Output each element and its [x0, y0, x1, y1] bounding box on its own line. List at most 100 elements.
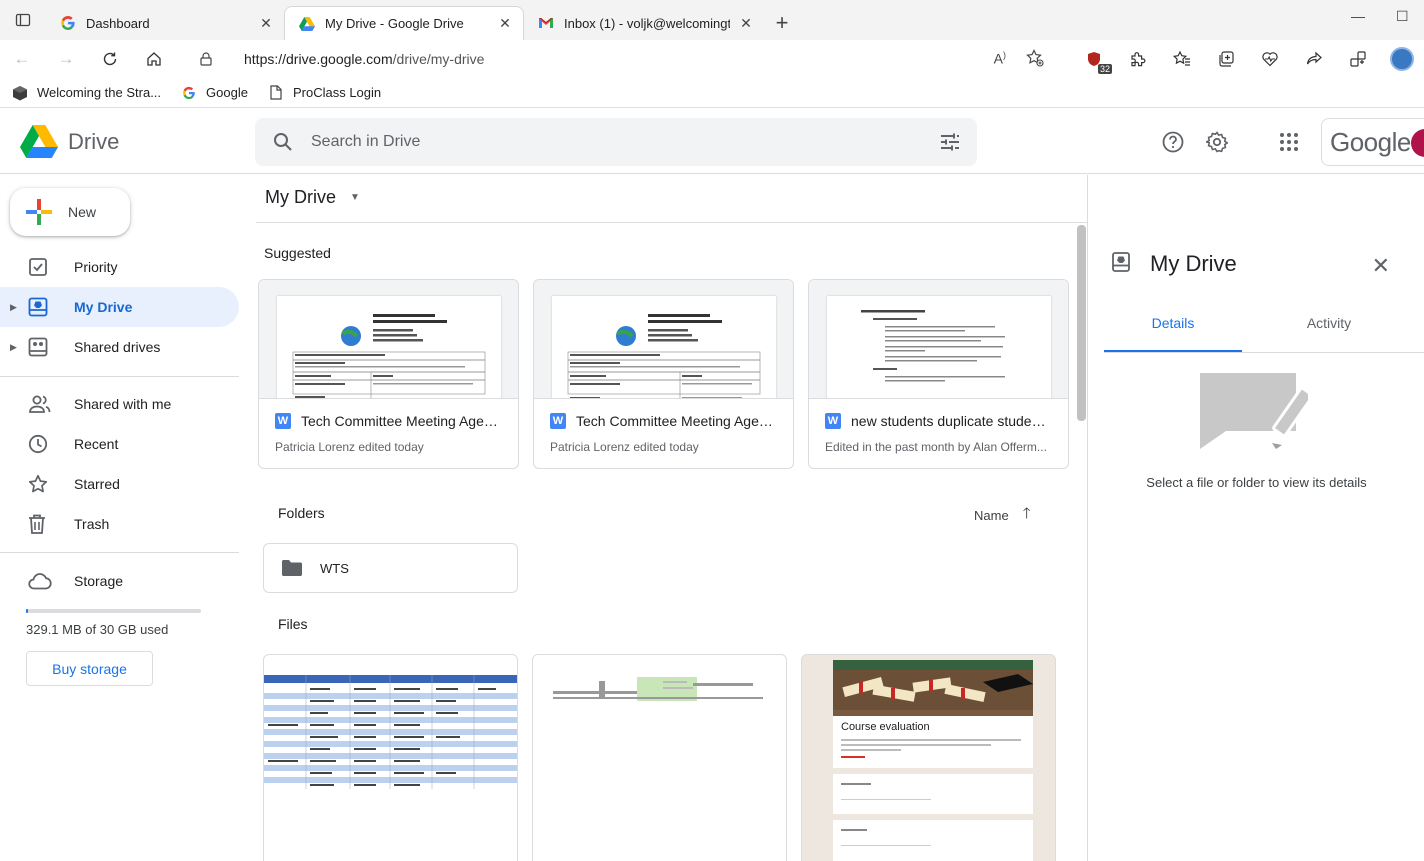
location-dropdown[interactable]: My Drive ▼: [265, 187, 360, 208]
sort-by-name-button[interactable]: Name 🡑: [974, 503, 1031, 528]
expand-arrow-icon[interactable]: ▶: [0, 302, 17, 313]
tab-actions-button[interactable]: [0, 0, 46, 40]
extension-button[interactable]: 32: [1072, 40, 1116, 78]
file-card[interactable]: [532, 654, 787, 861]
file-card[interactable]: [263, 654, 518, 861]
collections-icon: [1219, 51, 1234, 67]
sidebar-item-storage[interactable]: Storage: [0, 561, 239, 601]
sidebar-item-starred[interactable]: Starred: [0, 464, 239, 504]
sidebar-item-label: Shared drives: [74, 339, 161, 355]
sidebar-item-label: Priority: [74, 259, 118, 275]
clock-icon: [28, 434, 64, 454]
details-panel: My Drive ✕ Details Activity Select a fil…: [1087, 175, 1424, 861]
priority-check-icon: [28, 257, 64, 277]
main-toolbar: My Drive ▼: [256, 175, 1088, 223]
search-input[interactable]: [311, 133, 911, 151]
minimize-window-button[interactable]: —: [1351, 8, 1365, 24]
address-bar[interactable]: https://drive.google.com/drive/my-drive …: [186, 43, 1058, 75]
arrow-right-icon: →: [57, 49, 75, 68]
support-button[interactable]: [1157, 126, 1189, 158]
read-aloud-icon[interactable]: A): [994, 50, 1006, 67]
suggested-file-card[interactable]: W Tech Committee Meeting Agend... Patrici…: [258, 279, 519, 469]
bookmark-welcoming[interactable]: Welcoming the Stra...: [12, 85, 161, 101]
refresh-button[interactable]: [88, 40, 132, 78]
buy-storage-button[interactable]: Buy storage: [26, 651, 153, 686]
profile-button[interactable]: [1380, 40, 1424, 78]
expand-arrow-icon[interactable]: ▶: [0, 342, 17, 353]
arrow-up-icon[interactable]: 🡑: [1023, 503, 1031, 528]
file-thumbnail: [259, 280, 518, 399]
suggested-file-card[interactable]: Wnew students duplicate students... Edit…: [808, 279, 1069, 469]
empty-details-text: Select a file or folder to view its deta…: [1146, 475, 1367, 490]
bookmark-label: ProClass Login: [292, 85, 382, 100]
suggested-heading: Suggested: [264, 245, 331, 261]
close-tab-icon[interactable]: ✕: [258, 15, 274, 31]
google-apps-button[interactable]: [1273, 126, 1305, 158]
extension-tool-button[interactable]: [1336, 40, 1380, 78]
close-tab-icon[interactable]: ✕: [738, 15, 754, 31]
bookmark-proclass[interactable]: ProClass Login: [268, 85, 381, 101]
home-button[interactable]: [132, 40, 176, 78]
storage-usage-bar: [26, 609, 201, 613]
suggested-file-card[interactable]: W Tech Committee Meeting Agend... Patrici…: [533, 279, 794, 469]
caret-down-icon: ▼: [350, 192, 360, 203]
google-account-button[interactable]: Google: [1321, 118, 1424, 166]
sidebar-item-recent[interactable]: Recent: [0, 424, 239, 464]
file-name: Tech Committee Meeting Agend...: [576, 413, 777, 429]
tab-activity[interactable]: Activity: [1258, 315, 1400, 353]
new-button[interactable]: New: [10, 188, 130, 236]
file-activity: Patricia Lorenz edited today: [275, 440, 424, 454]
add-favorite-icon[interactable]: [1026, 49, 1044, 72]
settings-button[interactable]: [1201, 126, 1233, 158]
browser-tab-my-drive[interactable]: My Drive - Google Drive ✕: [284, 6, 524, 40]
favorites-button[interactable]: [1160, 40, 1204, 78]
form-question-card: [833, 820, 1033, 861]
file-card[interactable]: Course evaluation: [801, 654, 1056, 861]
sidebar-item-trash[interactable]: Trash: [0, 504, 239, 544]
bookmark-google[interactable]: Google: [181, 85, 248, 101]
page-icon: [268, 85, 284, 101]
sidebar-item-label: Shared with me: [74, 396, 172, 412]
folder-item[interactable]: WTS: [263, 543, 518, 593]
form-title-card: Course evaluation: [833, 710, 1033, 768]
new-tab-button[interactable]: +: [764, 6, 800, 40]
back-button[interactable]: ←: [0, 40, 44, 78]
main-content: My Drive ▼ Suggested W Tech Committee Me…: [256, 175, 1088, 861]
spreadsheet-thumbnail: [264, 675, 517, 789]
word-doc-icon: W: [550, 413, 566, 429]
sort-label: Name: [974, 508, 1009, 523]
cloud-icon: [28, 572, 64, 590]
close-tab-icon[interactable]: ✕: [497, 15, 513, 32]
search-options-icon[interactable]: [939, 131, 961, 158]
tab-details[interactable]: Details: [1104, 315, 1242, 353]
form-title: Course evaluation: [841, 721, 930, 733]
share-icon: [1306, 51, 1322, 65]
sidebar-item-label: Trash: [74, 516, 110, 532]
main-scrollbar[interactable]: [1077, 225, 1086, 421]
tab-actions-icon: [15, 13, 31, 27]
sidebar-item-shared-with-me[interactable]: Shared with me: [0, 384, 239, 424]
maximize-window-button[interactable]: ☐: [1396, 8, 1409, 25]
share-button[interactable]: [1292, 40, 1336, 78]
search-icon[interactable]: [255, 132, 311, 152]
folders-heading: Folders: [278, 505, 325, 521]
my-drive-icon: [1112, 251, 1130, 277]
drive-logo-icon: [20, 125, 58, 158]
google-favicon-icon: [60, 15, 76, 31]
form-question-card: [833, 774, 1033, 814]
extensions-button[interactable]: [1116, 40, 1160, 78]
lock-icon: [186, 52, 226, 66]
sidebar-item-priority[interactable]: Priority: [0, 247, 239, 287]
browser-tab-inbox[interactable]: Inbox (1) - voljk@welcomingthes ✕: [524, 6, 764, 40]
file-activity: Edited in the past month by Alan Offerm.…: [825, 440, 1047, 454]
sidebar-item-shared-drives[interactable]: ▶ Shared drives: [0, 327, 239, 367]
heart-pulse-icon: [1262, 52, 1278, 67]
puzzle-icon: [1131, 52, 1146, 67]
collections-button[interactable]: [1204, 40, 1248, 78]
browser-tab-dashboard[interactable]: Dashboard ✕: [46, 6, 284, 40]
browser-essentials-button[interactable]: [1248, 40, 1292, 78]
sidebar-item-my-drive[interactable]: ▶ My Drive: [0, 287, 239, 327]
close-icon[interactable]: ✕: [1372, 253, 1390, 279]
drive-logo[interactable]: Drive: [20, 125, 119, 159]
forward-button[interactable]: →: [44, 40, 88, 78]
